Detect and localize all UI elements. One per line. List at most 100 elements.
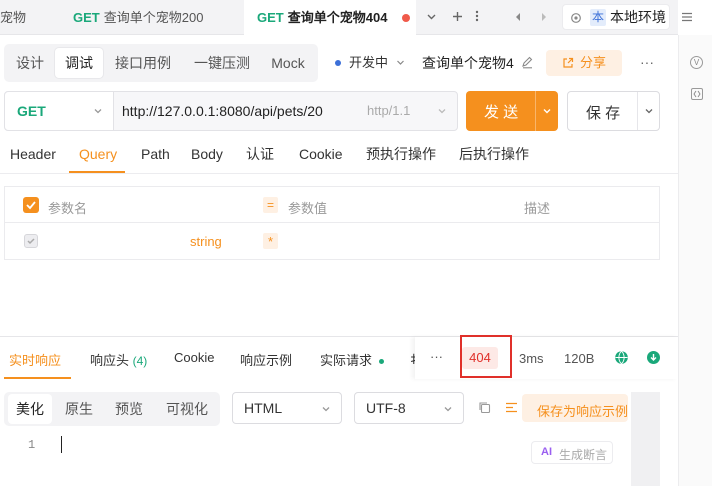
save-as-example-label: 保存为响应示例 [537,404,628,419]
response-tab-realtime[interactable]: 实时响应 [9,350,61,369]
copy-icon[interactable] [478,401,491,417]
tab-get-pet-200[interactable]: GET 查询单个宠物200 [60,0,240,35]
chevron-down-icon [396,60,404,65]
protocol-label: http/1.1 [367,103,411,118]
send-button[interactable]: 发 送 [466,91,558,131]
column-description: 描述 [524,201,551,216]
mode-mock[interactable]: Mock [262,48,314,78]
row-checkbox[interactable] [24,234,38,248]
save-dropdown[interactable] [637,92,660,130]
line-number: 1 [28,438,36,452]
status-dot-icon [378,359,384,365]
scroll-left-icon[interactable] [510,0,526,35]
save-button[interactable]: 保 存 [567,91,660,131]
response-meta-bar: ··· 404 3ms 120B [415,335,678,379]
share-button[interactable]: 分享 [546,50,622,76]
divider [0,173,678,174]
endpoint-name-field[interactable]: 查询单个宠物4 [422,52,514,74]
param-tab-header[interactable]: Header [10,145,56,175]
status-code-badge: 404 [462,347,498,369]
response-tab-example[interactable]: 响应示例 [240,350,292,369]
param-tab-body[interactable]: Body [191,145,223,175]
chevron-down-icon [645,109,653,114]
required-marker: * [263,233,278,249]
chevron-down-icon [94,109,102,114]
tab-title: 宠物 [0,10,27,25]
send-dropdown[interactable] [535,91,558,131]
param-tab-cookie[interactable]: Cookie [299,145,343,175]
param-tab-path[interactable]: Path [141,145,170,175]
response-tab-actual-request[interactable]: 实际请求 [320,350,384,369]
chevron-down-icon [444,407,452,412]
view-mode-visualize[interactable]: 可视化 [157,394,217,424]
more-options-icon[interactable]: ··· [635,52,659,74]
mode-debug[interactable]: 调试 [55,48,103,78]
mode-label: 接口用例 [115,55,171,71]
protocol-selector[interactable]: http/1.1 [367,103,453,118]
right-side-panel: V [678,35,712,486]
scroll-right-icon[interactable] [536,0,552,35]
send-label: 发 送 [484,104,519,121]
environment-badge: 本 [590,9,606,26]
plus-icon[interactable] [447,0,467,35]
param-tab-auth[interactable]: 认证 [246,145,274,175]
equals-sign: = [263,197,278,213]
environment-selector[interactable]: 本 本地环境 [562,4,670,30]
mode-design[interactable]: 设计 [8,48,52,78]
url-bar: GET http://127.0.0.1:8080/api/pets/20 ht… [4,91,458,131]
response-editor[interactable]: 1 AI 生成断言 [0,432,624,486]
edit-icon[interactable] [521,56,535,70]
format-lines-icon[interactable] [505,401,518,417]
unsaved-dot-icon[interactable] [402,14,410,22]
response-tab-label: 实际请求 [320,353,373,368]
table-row: string * [5,224,659,259]
param-tab-post-script[interactable]: 后执行操作 [459,145,529,175]
save-as-example-button[interactable]: 保存为响应示例 [522,394,628,422]
download-icon[interactable] [646,350,661,368]
format-select[interactable]: HTML [232,392,342,424]
response-tab-cookie[interactable]: Cookie [174,350,214,365]
environment-label: 本地环境 [610,9,666,25]
ai-badge: AI [541,446,552,458]
tab-title: 查询单个宠物200 [103,10,204,25]
param-type[interactable]: string [190,234,222,249]
vertical-icon[interactable]: V [690,56,703,69]
view-mode-beautify[interactable]: 美化 [8,394,52,424]
active-tab-underline [4,377,71,379]
tab-get-pet-404[interactable]: GET 查询单个宠物404 [244,0,416,36]
mode-load-test[interactable]: 一键压测 [184,48,260,78]
chevron-down-icon [322,407,330,412]
status-label: 开发中 [349,55,389,70]
select-all-checkbox[interactable] [23,197,39,213]
response-time: 3ms [519,351,544,366]
more-icon[interactable]: ··· [430,349,443,364]
url-input[interactable]: http://127.0.0.1:8080/api/pets/20 [122,103,323,119]
chevron-down-icon [438,109,446,114]
more-vertical-icon[interactable] [470,0,484,35]
tab-partial[interactable]: 宠物 [0,0,58,35]
encoding-select[interactable]: UTF-8 [354,392,464,424]
method-selector[interactable]: GET [5,92,114,130]
status-selector[interactable]: 开发中 [330,52,405,74]
settings-icon[interactable] [570,12,582,24]
response-tab-headers[interactable]: 响应头 (4) [90,350,147,369]
chevron-down-icon [543,109,551,114]
chevron-down-icon[interactable] [421,0,441,35]
param-tab-pre-script[interactable]: 预执行操作 [366,145,436,175]
share-icon [563,57,574,68]
ai-generate-assertion-button[interactable]: AI 生成断言 [531,441,613,464]
tab-bar: 宠物 GET 查询单个宠物200 GET 查询单个宠物404 本 本地环境 [0,0,692,36]
globe-icon[interactable] [614,350,629,368]
menu-icon[interactable] [676,0,698,35]
mode-test-cases[interactable]: 接口用例 [107,48,179,78]
ai-label: 生成断言 [559,448,608,462]
view-mode-preview[interactable]: 预览 [107,394,151,424]
mode-label: 一键压测 [194,55,250,71]
endpoint-name: 查询单个宠物4 [422,55,514,71]
code-icon[interactable] [691,88,703,100]
view-mode-raw[interactable]: 原生 [57,394,101,424]
column-param-value: 参数值 [288,201,328,216]
status-dot-icon [335,60,341,67]
tab-method: GET [257,10,284,25]
query-params-table: 参数名 = 参数值 描述 string * [4,186,660,260]
